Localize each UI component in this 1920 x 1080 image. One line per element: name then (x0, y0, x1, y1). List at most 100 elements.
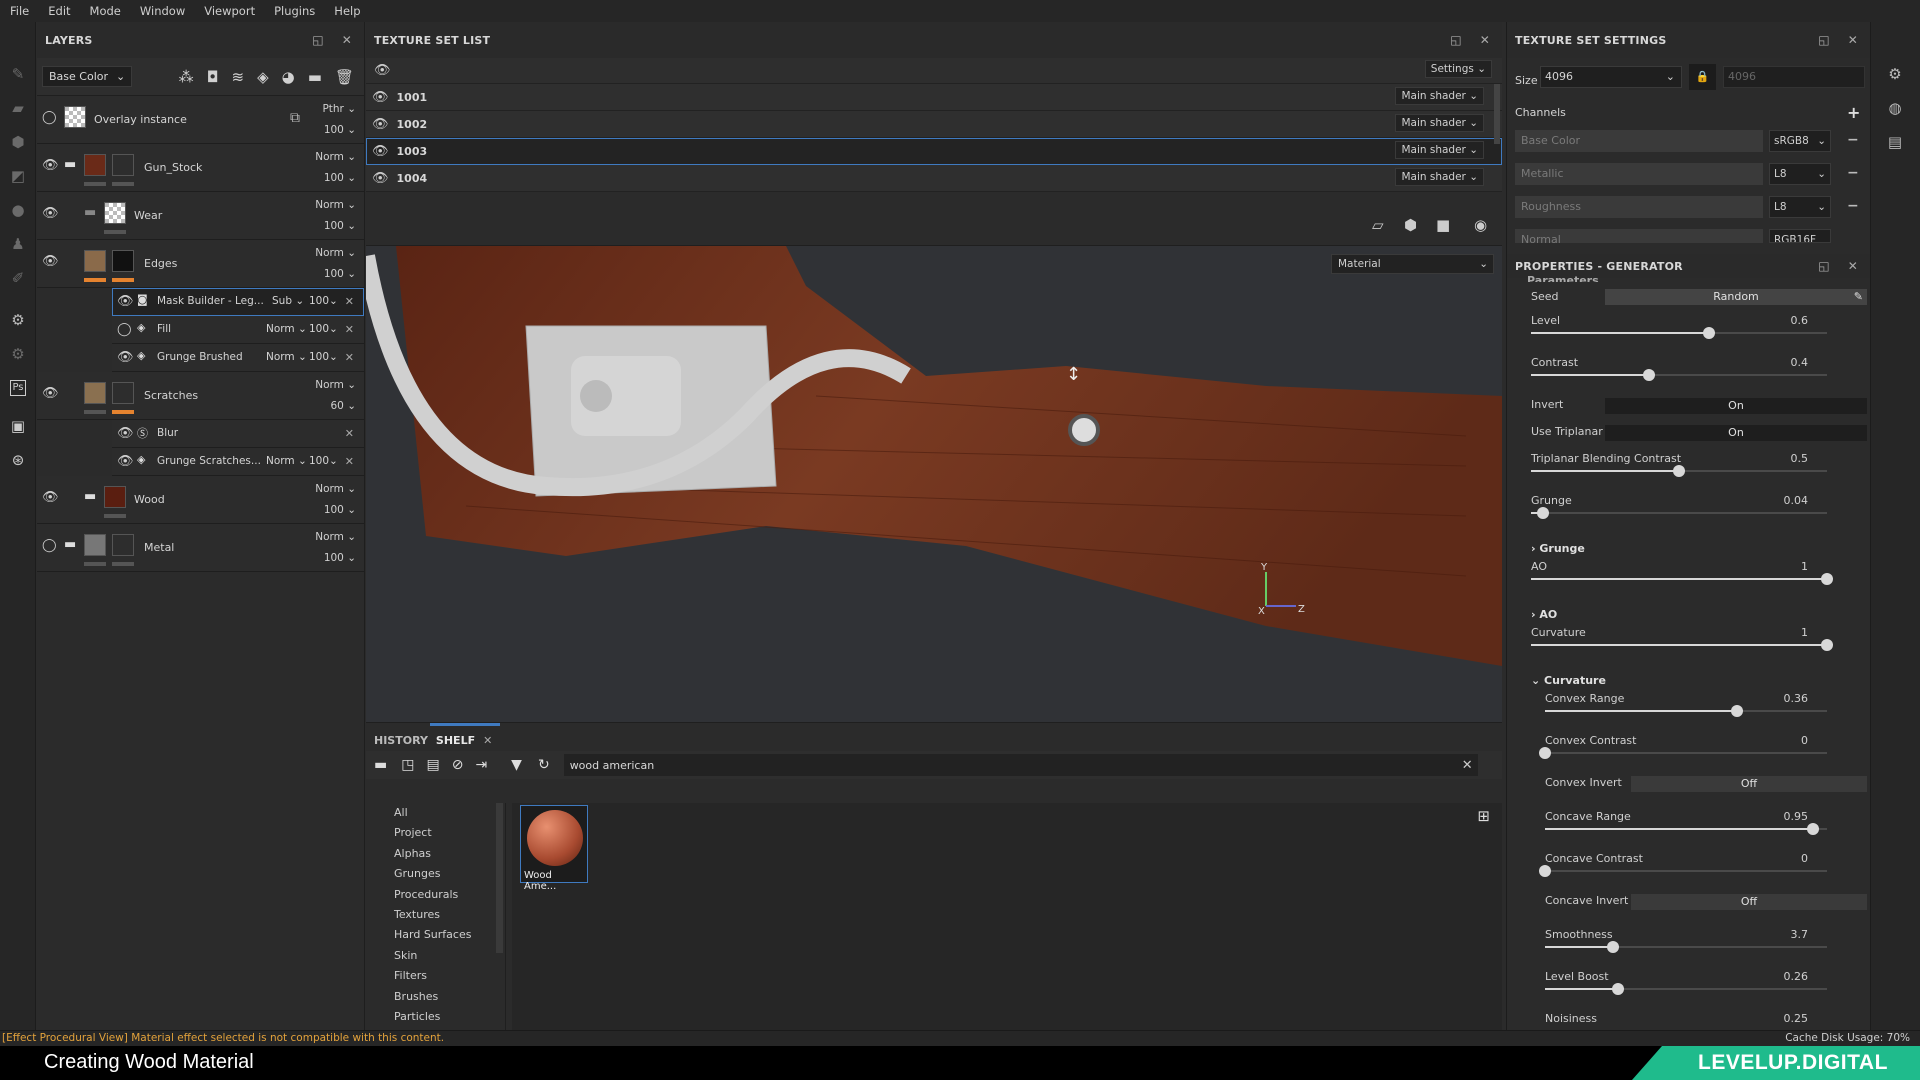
slider-knob[interactable] (1821, 639, 1833, 651)
blend-mode-select[interactable]: Pthr ⌄ (322, 103, 356, 115)
category-all[interactable]: All (366, 803, 505, 823)
tab-history[interactable]: HISTORY (374, 734, 428, 751)
add-folder-icon[interactable]: ▬ (308, 68, 322, 86)
slider-knob[interactable] (1536, 507, 1549, 519)
close-icon[interactable]: ✕ (342, 33, 352, 47)
blend-mode-select[interactable]: Norm ⌄ (315, 531, 356, 543)
eraser-icon[interactable]: ▰ (8, 98, 28, 118)
smudge-icon[interactable]: ● (8, 200, 28, 220)
param-value[interactable]: 0.36 (1784, 692, 1809, 705)
paint-brush-icon[interactable]: ✎ (8, 64, 28, 84)
section-grunge[interactable]: › Grunge (1531, 542, 1585, 555)
layer-row[interactable]: ◯ Overlay instance ⧉ Pthr ⌄ 100 ⌄ (37, 96, 364, 144)
tab-shelf[interactable]: SHELF (436, 734, 475, 751)
eye-icon[interactable]: 👁 (42, 490, 59, 505)
blend-mode-select[interactable]: Norm ⌄ (315, 379, 356, 391)
param-toggle[interactable]: Off (1631, 894, 1867, 910)
add-layer-icon[interactable]: ≋ (232, 68, 245, 86)
slider-knob[interactable] (1730, 705, 1743, 717)
menu-window[interactable]: Window (140, 4, 196, 18)
param-slider[interactable] (1545, 705, 1827, 717)
remove-effect-icon[interactable]: ✕ (345, 323, 354, 336)
eye-icon[interactable]: 👁 (372, 90, 389, 105)
effect-row[interactable]: ◯ ◈ Fill Norm ⌄ 100⌄ ✕ (112, 316, 364, 344)
document-icon[interactable]: ▣ (8, 416, 28, 436)
polygon-fill-icon[interactable]: ◩ (8, 166, 28, 186)
save-icon[interactable]: ▤ (426, 757, 439, 773)
param-value[interactable]: 0.04 (1784, 494, 1809, 507)
param-value[interactable]: 0.25 (1784, 1012, 1809, 1025)
screenshot-camera-icon[interactable]: ◉ (1474, 216, 1487, 234)
eye-closed-icon[interactable]: ◯ (42, 110, 57, 125)
channel-format-select[interactable]: sRGB8 ⌄ (1769, 130, 1831, 152)
opacity-select[interactable]: 100 ⌄ (324, 172, 356, 184)
clear-search-icon[interactable]: ✕ (1462, 758, 1473, 773)
video-camera-icon[interactable]: ■ (1436, 216, 1450, 234)
texture-set-row[interactable]: 👁 1004 Main shader ⌄ (366, 165, 1502, 192)
param-slider[interactable] (1531, 639, 1833, 651)
category-grunges[interactable]: Grunges (366, 864, 505, 884)
param-slider[interactable] (1539, 865, 1827, 877)
texture-set-row[interactable]: 👁 1001 Main shader ⌄ (366, 84, 1502, 111)
layer-row[interactable]: 👁 ▬ Gun_Stock Norm ⌄ 100 ⌄ (37, 144, 364, 192)
eye-icon[interactable]: 👁 (42, 206, 59, 221)
opacity-select[interactable]: 100⌄ (309, 323, 338, 335)
opacity-select[interactable]: 100⌄ (309, 455, 338, 467)
lock-icon[interactable]: 🔒 (1689, 64, 1716, 90)
category-filters[interactable]: Filters (366, 966, 505, 986)
add-fill-layer-icon[interactable]: ◈ (257, 68, 269, 86)
visibility-toggle-icon[interactable]: 👁 (374, 63, 391, 78)
param-value[interactable]: 0.5 (1791, 452, 1809, 465)
blend-mode-select[interactable]: Sub ⌄ (272, 295, 304, 307)
close-icon[interactable]: ✕ (1480, 33, 1490, 47)
opacity-select[interactable]: 100⌄ (309, 351, 338, 363)
settings-dropdown[interactable]: Settings ⌄ (1424, 60, 1492, 78)
close-icon[interactable]: ✕ (1848, 259, 1858, 273)
blend-mode-select[interactable]: Norm ⌄ (266, 455, 307, 467)
effect-row[interactable]: 👁 ◈ Grunge Brushed Norm ⌄ 100⌄ ✕ (112, 344, 364, 372)
param-slider[interactable] (1531, 369, 1827, 381)
add-channel-icon[interactable]: + (1847, 103, 1860, 122)
slider-knob[interactable] (1702, 327, 1715, 339)
slider-knob[interactable] (1806, 823, 1819, 835)
param-toggle[interactable]: On (1605, 425, 1867, 441)
eye-icon[interactable]: 👁 (42, 158, 59, 173)
param-slider[interactable] (1545, 983, 1827, 995)
section-ao[interactable]: › AO (1531, 608, 1557, 621)
param-value[interactable]: 0 (1801, 734, 1808, 747)
remove-channel-icon[interactable]: − (1847, 198, 1859, 214)
parameters-section-header[interactable]: Parameters (1527, 274, 1599, 282)
layer-row[interactable]: 👁 ▬ Wear Norm ⌄ 100 ⌄ (37, 192, 364, 240)
opacity-select[interactable]: 100 ⌄ (324, 124, 356, 136)
category-brushes[interactable]: Brushes (366, 987, 505, 1007)
substance-icon[interactable]: ⚙ (8, 310, 28, 330)
channel-format-select[interactable]: L8 ⌄ (1769, 196, 1831, 218)
opacity-select[interactable]: 100 ⌄ (324, 220, 356, 232)
slider-knob[interactable] (1539, 865, 1551, 877)
substance-share-icon[interactable]: ⊛ (8, 450, 28, 470)
layer-row[interactable]: 👁 ▬ Wood Norm ⌄ 100 ⌄ (37, 476, 364, 524)
color-picker-icon[interactable]: ✐ (8, 268, 28, 288)
add-mask-icon[interactable]: ◘ (207, 68, 219, 86)
menu-mode[interactable]: Mode (90, 4, 132, 18)
param-value[interactable]: 0.26 (1784, 970, 1809, 983)
clone-stamp-icon[interactable]: ♟ (8, 234, 28, 254)
menu-help[interactable]: Help (334, 4, 371, 18)
scrollbar[interactable] (496, 803, 503, 953)
param-slider[interactable] (1539, 747, 1827, 759)
param-value[interactable]: 0.4 (1791, 356, 1809, 369)
param-value[interactable]: 0 (1801, 852, 1808, 865)
display-mode-icon[interactable]: ⬢ (1404, 216, 1417, 234)
shader-select[interactable]: Main shader ⌄ (1395, 168, 1484, 186)
blend-mode-select[interactable]: Norm ⌄ (315, 483, 356, 495)
shader-select[interactable]: Main shader ⌄ (1395, 87, 1484, 105)
opacity-select[interactable]: 60 ⌄ (330, 400, 356, 412)
viewport-mode-select[interactable]: Material ⌄ (1331, 254, 1494, 274)
slider-knob[interactable] (1673, 465, 1685, 477)
channel-format-select[interactable]: RGB16F (1769, 229, 1831, 243)
param-value[interactable]: 1 (1801, 560, 1808, 573)
size-select[interactable]: 4096 ⌄ (1540, 66, 1682, 88)
effect-row[interactable]: 👁 Ⓢ Blur ✕ (112, 420, 364, 448)
filter-icon[interactable]: ▼ (511, 757, 522, 773)
new-item-icon[interactable]: ◳ (401, 757, 414, 773)
